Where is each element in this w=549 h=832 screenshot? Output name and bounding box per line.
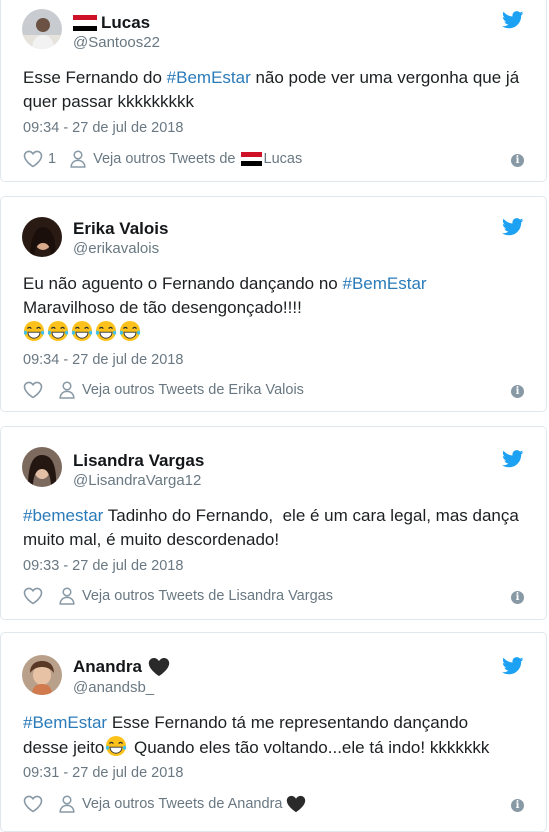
tweet-text-part: Esse Fernando do: [23, 68, 167, 87]
twitter-bird-icon[interactable]: [502, 11, 524, 29]
author-name-row[interactable]: Lucas: [73, 13, 150, 33]
avatar[interactable]: [22, 217, 62, 257]
hashtag-link[interactable]: #BemEstar: [343, 274, 427, 293]
tweet-card: Anandra @anandsb_ #BemEstar Esse Fernand…: [0, 632, 547, 832]
tweet-text-part: Quando eles tão voltando...ele tá indo! …: [129, 738, 490, 757]
heart-icon[interactable]: [23, 587, 43, 605]
emoji-row: [23, 320, 526, 345]
author-handle[interactable]: @Santoos22: [73, 34, 160, 51]
info-icon[interactable]: i: [511, 385, 524, 398]
avatar[interactable]: [22, 9, 62, 49]
author-handle[interactable]: @anandsb_: [73, 679, 154, 696]
person-icon: [70, 150, 86, 168]
more-tweets-link[interactable]: Veja outros Tweets de Erika Valois: [82, 382, 304, 398]
more-tweets-link[interactable]: Veja outros Tweets de Lucas: [93, 151, 302, 167]
twitter-bird-icon[interactable]: [502, 450, 524, 468]
author-name[interactable]: Anandra: [73, 657, 142, 677]
laughing-crying-emoji: [95, 320, 117, 342]
heart-icon[interactable]: [23, 150, 43, 168]
info-icon[interactable]: i: [511, 154, 524, 167]
heart-icon[interactable]: [23, 795, 43, 813]
author-name[interactable]: Lucas: [101, 13, 150, 33]
black-heart-emoji: [286, 795, 306, 813]
tweet-text-part: Maravilhoso de tão desengonçado!!!!: [23, 298, 302, 317]
tweet-text-part: Eu não aguento o Fernando dançando no: [23, 274, 343, 293]
author-name-row[interactable]: Anandra: [73, 657, 170, 677]
tweet-text: #bemestar Tadinho do Fernando, ele é um …: [23, 504, 526, 552]
laughing-crying-emoji: [71, 320, 93, 342]
tweet-text-part: Esse Fernando tá me representando dançan…: [107, 713, 469, 732]
more-tweets-label[interactable]: Veja outros Tweets de: [93, 151, 235, 167]
author-name[interactable]: Lisandra Vargas: [73, 451, 204, 471]
like-count[interactable]: 1: [48, 151, 56, 167]
tweet-text-part: desse jeito: [23, 738, 105, 757]
tweet-timestamp[interactable]: 09:31 - 27 de jul de 2018: [23, 765, 183, 781]
laughing-crying-emoji: [119, 320, 141, 342]
tweet-card: Lisandra Vargas @LisandraVarga12 #bemest…: [0, 426, 547, 620]
hashtag-link[interactable]: #BemEstar: [23, 713, 107, 732]
person-icon: [59, 381, 75, 399]
info-icon[interactable]: i: [511, 799, 524, 812]
author-name-row[interactable]: Erika Valois: [73, 219, 168, 239]
heart-icon[interactable]: [23, 381, 43, 399]
tweet-actions: Veja outros Tweets de Erika Valois: [23, 381, 304, 399]
tweet-timestamp[interactable]: 09:34 - 27 de jul de 2018: [23, 352, 183, 368]
tweet-text: Esse Fernando do #BemEstar não pode ver …: [23, 66, 526, 114]
author-name[interactable]: Erika Valois: [73, 219, 168, 239]
author-handle[interactable]: @LisandraVarga12: [73, 472, 201, 489]
laughing-crying-emoji: [23, 320, 45, 342]
flag-icon: [240, 152, 262, 166]
more-tweets-link[interactable]: Veja outros Tweets de Lisandra Vargas: [82, 588, 333, 604]
author-name-row[interactable]: Lisandra Vargas: [73, 451, 204, 471]
author-handle[interactable]: @erikavalois: [73, 240, 159, 257]
more-tweets-link[interactable]: Veja outros Tweets de Anandra: [82, 796, 282, 812]
laughing-crying-emoji: [105, 735, 127, 757]
hashtag-link[interactable]: #BemEstar: [167, 68, 251, 87]
tweet-text: Eu não aguento o Fernando dançando no #B…: [23, 272, 526, 345]
tweet-actions: Veja outros Tweets de Lisandra Vargas: [23, 587, 333, 605]
tweet-timestamp[interactable]: 09:34 - 27 de jul de 2018: [23, 120, 183, 136]
avatar[interactable]: [22, 655, 62, 695]
twitter-bird-icon[interactable]: [502, 657, 524, 675]
person-icon: [59, 587, 75, 605]
tweet-card: Lucas @Santoos22 Esse Fernando do #BemEs…: [0, 0, 547, 182]
person-icon: [59, 795, 75, 813]
tweet-timestamp[interactable]: 09:33 - 27 de jul de 2018: [23, 558, 183, 574]
more-tweets-name[interactable]: Lucas: [264, 151, 303, 167]
black-heart-emoji: [148, 657, 170, 677]
flag-icon: [73, 15, 97, 31]
tweet-actions: Veja outros Tweets de Anandra: [23, 795, 306, 813]
laughing-crying-emoji: [47, 320, 69, 342]
avatar[interactable]: [22, 447, 62, 487]
info-icon[interactable]: i: [511, 591, 524, 604]
tweet-card: Erika Valois @erikavalois Eu não aguento…: [0, 196, 547, 412]
tweet-actions: 1 Veja outros Tweets de Lucas: [23, 150, 302, 168]
twitter-bird-icon[interactable]: [502, 218, 524, 236]
hashtag-link[interactable]: #bemestar: [23, 506, 103, 525]
tweet-text: #BemEstar Esse Fernando tá me representa…: [23, 711, 526, 760]
